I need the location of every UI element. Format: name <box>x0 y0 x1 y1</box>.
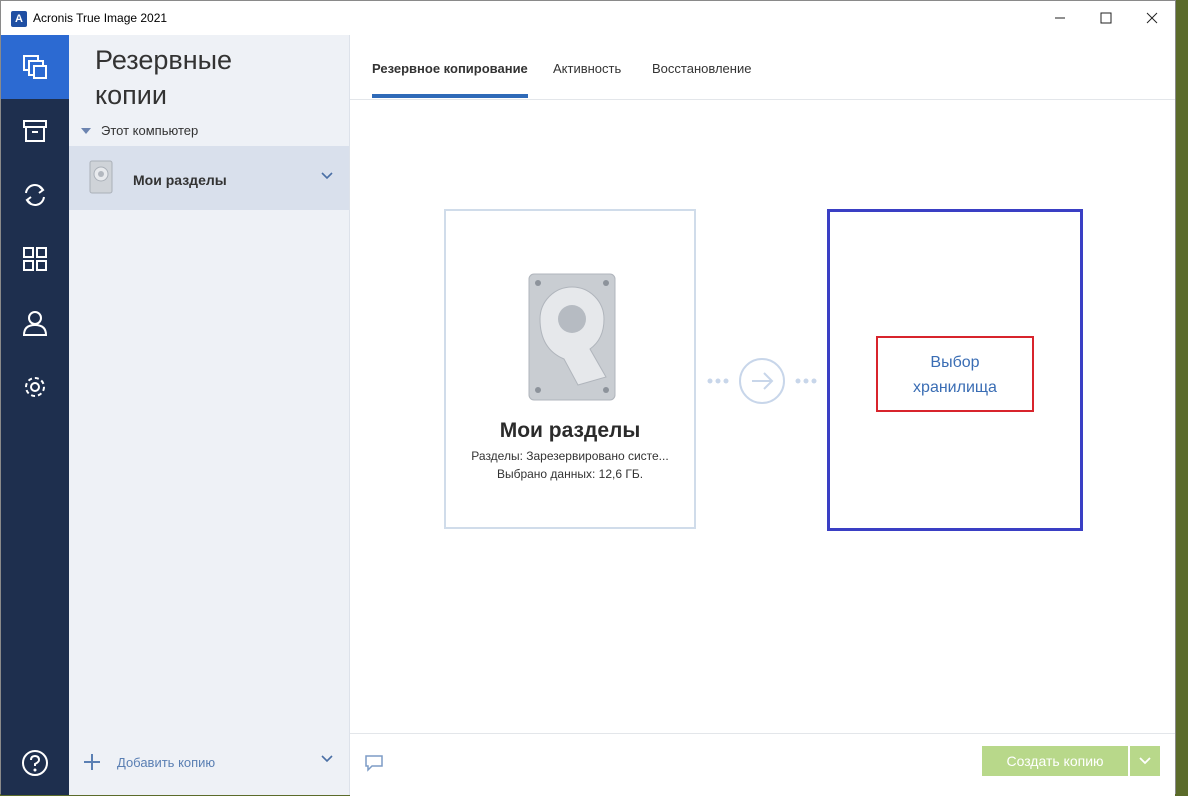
destination-label-line2: хранилища <box>913 379 997 396</box>
add-backup-label: Добавить копию <box>117 754 216 770</box>
choose-destination-label[interactable]: Выбор хранилища <box>878 350 1032 400</box>
choose-destination-card[interactable]: Выбор хранилища <box>827 209 1083 531</box>
add-backup-button[interactable]: Добавить копию <box>83 753 333 771</box>
group-label: Этот компьютер <box>101 123 199 138</box>
archive-icon <box>23 120 47 142</box>
chevron-down-icon[interactable] <box>321 755 333 763</box>
nav-help[interactable] <box>1 731 69 795</box>
nav-account[interactable] <box>1 291 69 355</box>
create-backup-options-button[interactable] <box>1130 746 1160 776</box>
backup-source-card[interactable]: Мои разделы Разделы: Зарезервировано сис… <box>444 209 696 529</box>
chevron-down-icon[interactable] <box>321 172 333 180</box>
footer-bar: Создать копию <box>350 733 1175 796</box>
group-this-computer[interactable]: Этот компьютер <box>81 123 198 138</box>
collapse-triangle-icon <box>81 127 91 134</box>
feedback-icon[interactable] <box>364 754 384 772</box>
active-tab-indicator <box>372 94 528 98</box>
tab-backup[interactable]: Резервное копирование <box>372 61 528 76</box>
destination-label-line1: Выбор <box>930 354 980 371</box>
destination-highlight: Выбор хранилища <box>876 336 1034 412</box>
arrow-connector-icon <box>707 358 817 404</box>
nav-backup[interactable] <box>1 35 69 99</box>
acronis-logo-icon: A <box>11 11 27 27</box>
sidebar-title-line2: копии <box>95 80 167 110</box>
gear-icon <box>25 377 45 397</box>
close-icon <box>1146 12 1158 24</box>
help-icon <box>22 750 48 776</box>
main-content: Резервное копирование Активность Восстан… <box>350 35 1175 796</box>
tab-bar: Резервное копирование Активность Восстан… <box>350 35 1175 100</box>
window-title: Acronis True Image 2021 <box>33 11 168 25</box>
nav-tools[interactable] <box>1 227 69 291</box>
user-icon <box>22 311 48 336</box>
tab-activity[interactable]: Активность <box>553 61 621 76</box>
nav-settings[interactable] <box>1 355 69 419</box>
sidebar-title: Резервные копии <box>95 43 232 113</box>
source-partitions: Разделы: Зарезервировано систе... <box>471 449 669 463</box>
backup-copies-icon <box>23 55 47 79</box>
create-backup-button[interactable]: Создать копию <box>982 746 1128 776</box>
maximize-button[interactable] <box>1083 1 1129 35</box>
sync-icon <box>25 184 45 206</box>
nav-archive[interactable] <box>1 99 69 163</box>
backup-entry-my-partitions[interactable]: Мои разделы <box>69 146 349 210</box>
maximize-icon <box>1100 12 1112 24</box>
sidebar-title-line1: Резервные <box>95 45 233 75</box>
hard-drive-icon <box>528 273 616 401</box>
source-selected-size: Выбрано данных: 12,6 ГБ. <box>496 467 644 481</box>
tab-recovery[interactable]: Восстановление <box>652 61 751 76</box>
plus-icon <box>84 754 100 770</box>
backup-list-sidebar: Резервные копии Этот компьютер Мои разде… <box>69 35 350 795</box>
minimize-icon <box>1055 17 1065 19</box>
source-name: Мои разделы <box>499 419 641 442</box>
chevron-down-icon <box>1139 757 1151 765</box>
title-bar[interactable]: A Acronis True Image 2021 <box>1 1 1175 35</box>
backup-entry-label: Мои разделы <box>133 172 227 188</box>
navigation-rail <box>1 35 69 795</box>
app-window: A Acronis True Image 2021 Резервные копи… <box>0 0 1176 796</box>
close-button[interactable] <box>1129 1 1175 35</box>
nav-sync[interactable] <box>1 163 69 227</box>
grid-icon <box>23 247 47 271</box>
hard-drive-icon <box>89 160 113 194</box>
minimize-button[interactable] <box>1037 1 1083 35</box>
